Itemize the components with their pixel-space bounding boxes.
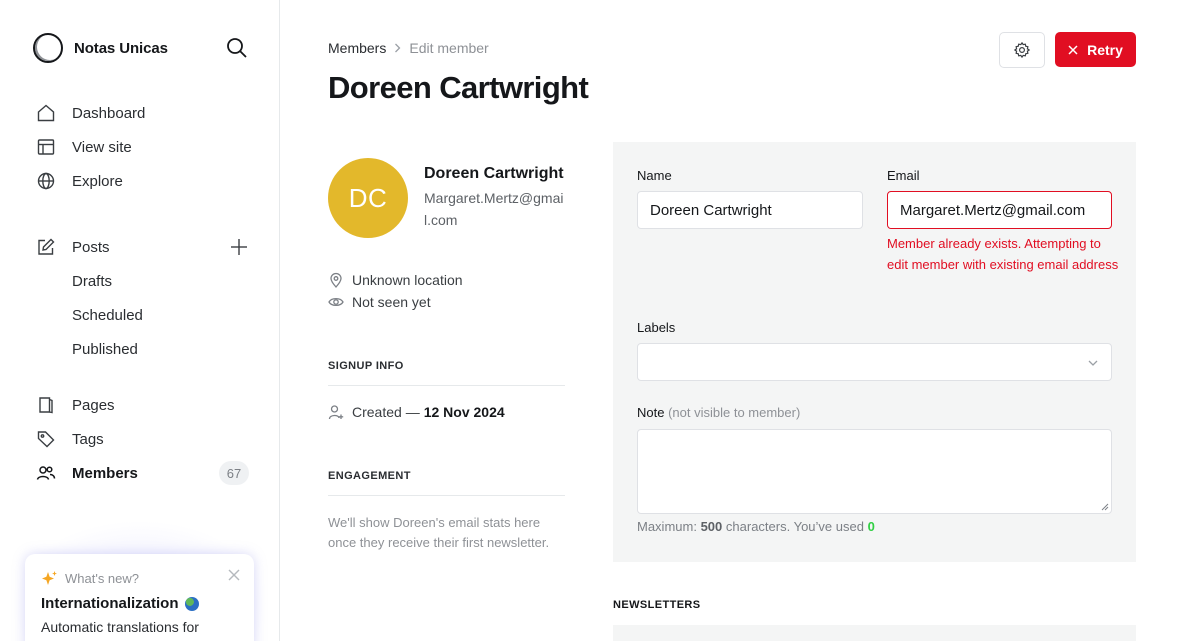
globe-emoji-icon xyxy=(184,596,199,611)
edit-icon xyxy=(38,238,55,255)
counter-prefix: Maximum: xyxy=(637,519,697,534)
page-icon xyxy=(39,397,53,414)
signup-info-heading: SIGNUP INFO xyxy=(328,360,404,372)
sidebar-item-scheduled[interactable]: Scheduled xyxy=(72,303,143,327)
email-error-message: Member already exists. Attempting to edi… xyxy=(887,236,1119,272)
close-icon xyxy=(1068,44,1078,55)
email-label: Email xyxy=(887,168,920,183)
breadcrumb-members-link[interactable]: Members xyxy=(328,40,386,56)
created-label: Created — xyxy=(352,404,420,420)
chevron-right-icon xyxy=(395,43,401,53)
engagement-heading: ENGAGEMENT xyxy=(328,470,411,482)
note-label: Note (not visible to member) xyxy=(637,405,800,420)
seen-text: Not seen yet xyxy=(352,294,431,310)
whatsnew-heading-text: What's new? xyxy=(65,571,140,586)
home-icon xyxy=(37,104,55,122)
whatsnew-title-text: Internationalization xyxy=(41,595,179,612)
eye-icon xyxy=(328,297,344,307)
avatar: DC xyxy=(328,158,408,238)
sidebar-item-explore[interactable]: Explore xyxy=(36,169,123,193)
breadcrumb: Members Edit member xyxy=(328,40,489,56)
retry-label: Retry xyxy=(1087,41,1123,58)
sidebar-item-label: Dashboard xyxy=(72,104,146,122)
member-name: Doreen Cartwright xyxy=(424,165,564,182)
seen-row: Not seen yet xyxy=(328,294,431,310)
sidebar-item-label: View site xyxy=(72,138,132,156)
member-email: Margaret.Mertz@gmail.com xyxy=(424,190,564,228)
note-character-counter: Maximum: 500 characters. You’ve used 0 xyxy=(637,519,875,534)
whatsnew-card[interactable]: What's new? Internationalization Automat… xyxy=(25,554,254,641)
layout-icon xyxy=(37,139,55,155)
sidebar-item-label: Tags xyxy=(72,430,104,448)
location-text: Unknown location xyxy=(352,272,463,288)
gear-icon xyxy=(1013,41,1031,59)
engagement-text: We'll show Doreen's email stats here onc… xyxy=(328,515,550,550)
newsletters-heading: NEWSLETTERS xyxy=(613,599,701,611)
labels-label: Labels xyxy=(637,320,676,335)
sidebar-item-label: Pages xyxy=(72,396,115,414)
sidebar-item-view-site[interactable]: View site xyxy=(36,135,132,159)
sidebar-item-label: Scheduled xyxy=(72,306,143,324)
brand[interactable]: Notas Unicas xyxy=(33,33,168,63)
whatsnew-heading: What's new? xyxy=(41,570,139,587)
note-textarea[interactable] xyxy=(637,429,1112,514)
counter-used: 0 xyxy=(867,519,875,534)
user-add-icon xyxy=(328,405,344,420)
sidebar-item-tags[interactable]: Tags xyxy=(36,427,104,451)
counter-max: 500 xyxy=(700,519,723,534)
labels-select[interactable] xyxy=(637,343,1112,381)
search-icon[interactable] xyxy=(226,37,248,59)
page-title: Doreen Cartwright xyxy=(328,70,589,105)
created-date: 12 Nov 2024 xyxy=(423,404,505,420)
close-icon[interactable] xyxy=(228,569,240,581)
divider xyxy=(328,495,565,496)
tag-icon xyxy=(37,431,55,448)
note-hint: (not visible to member) xyxy=(668,405,801,420)
newsletters-panel xyxy=(613,625,1136,641)
sidebar-item-label: Members xyxy=(72,464,138,482)
whatsnew-title: Internationalization xyxy=(41,595,199,612)
settings-button[interactable] xyxy=(999,32,1045,68)
sparkle-icon xyxy=(42,571,57,585)
sidebar-item-dashboard[interactable]: Dashboard xyxy=(36,101,145,125)
sidebar-item-drafts[interactable]: Drafts xyxy=(72,269,112,293)
name-label: Name xyxy=(637,168,672,183)
created-row: Created — 12 Nov 2024 xyxy=(328,404,505,420)
email-input[interactable]: Margaret.Mertz@gmail.com xyxy=(887,191,1112,229)
whatsnew-text: Automatic translations for xyxy=(41,619,199,635)
counter-mid: characters. You’ve used xyxy=(725,519,864,534)
note-label-text: Note xyxy=(637,405,665,420)
globe-icon xyxy=(37,172,55,190)
resize-handle-icon[interactable] xyxy=(1100,502,1109,511)
sidebar-item-pages[interactable]: Pages xyxy=(36,393,115,417)
sidebar-item-label: Published xyxy=(72,340,138,358)
divider xyxy=(328,385,565,386)
brand-name: Notas Unicas xyxy=(74,39,168,57)
members-icon xyxy=(36,466,56,480)
sidebar-item-members[interactable]: Members xyxy=(36,461,138,485)
sidebar-item-label: Explore xyxy=(72,172,123,190)
location-pin-icon xyxy=(330,272,342,288)
location-row: Unknown location xyxy=(328,272,463,288)
new-post-plus-icon[interactable] xyxy=(229,237,249,257)
brand-logo xyxy=(33,33,63,63)
sidebar-item-published[interactable]: Published xyxy=(72,337,138,361)
app: Notas Unicas Dashboard View site Explore… xyxy=(0,0,1184,641)
members-count-badge: 67 xyxy=(219,461,249,485)
retry-button[interactable]: Retry xyxy=(1055,32,1136,67)
sidebar-item-posts[interactable]: Posts xyxy=(36,235,110,259)
sidebar: Notas Unicas Dashboard View site Explore… xyxy=(0,0,280,641)
sidebar-item-label: Drafts xyxy=(72,272,113,290)
chevron-down-icon xyxy=(1088,360,1098,366)
breadcrumb-current: Edit member xyxy=(409,40,489,56)
sidebar-item-label: Posts xyxy=(72,238,110,256)
name-input[interactable]: Doreen Cartwright xyxy=(637,191,863,229)
